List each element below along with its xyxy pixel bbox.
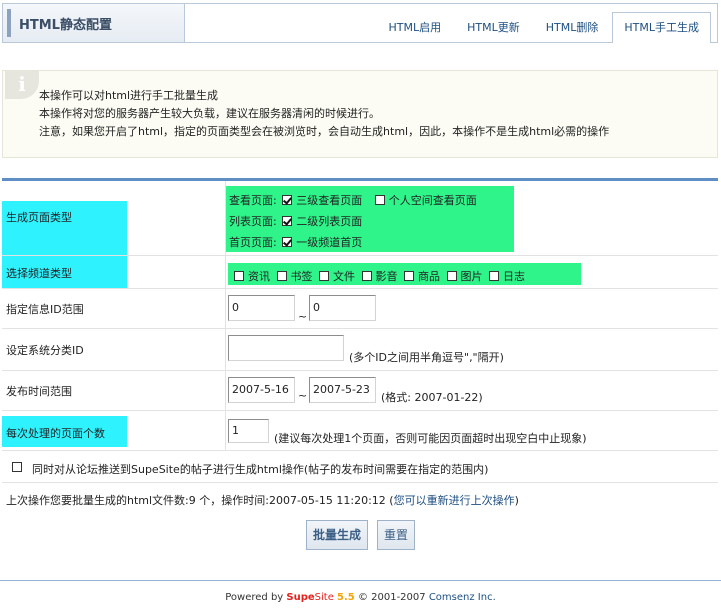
channel-type-label: 选择频道类型 [6, 267, 72, 280]
id-range-label: 指定信息ID范围 [6, 303, 84, 316]
row-time-range: 发布时间范围 2007-5-16 ~ 2007-5-23 (格式: 2007-0… [2, 371, 718, 411]
batch-generate-button[interactable]: 批量生成 [306, 520, 369, 550]
footer-divider [0, 580, 721, 581]
category-id-label: 设定系统分类ID [6, 344, 84, 357]
channel-file-label: 文件 [333, 270, 355, 283]
checkbox-channel-image[interactable] [446, 271, 457, 281]
label-cell: 每次处理的页面个数 [2, 411, 226, 450]
last-operation-close: ) [514, 494, 519, 507]
list-page-label: 列表页面: [229, 215, 277, 228]
tab-html-delete[interactable]: HTML删除 [534, 12, 611, 42]
checkbox-channel-file[interactable] [319, 271, 329, 281]
footer-version: 5.5 [337, 592, 355, 603]
checkbox-channel-news[interactable] [234, 271, 244, 281]
channel-image-label: 图片 [460, 270, 483, 283]
view-personal-label: 个人空间查看页面 [388, 194, 477, 207]
category-id-input[interactable] [228, 335, 344, 361]
category-id-hint: (多个ID之间用半角逗号","隔开) [349, 351, 504, 364]
home-page-group: 首页页面: 一级频道首页 [229, 234, 362, 250]
time-range-label: 发布时间范围 [6, 385, 72, 398]
checkbox-channel-bookmark[interactable] [276, 271, 287, 281]
time-range-to-input[interactable]: 2007-5-23 [309, 377, 376, 403]
title-box: HTML静态配置 [3, 4, 185, 42]
tab-html-enable[interactable]: HTML启用 [377, 12, 454, 42]
row-per-page: 每次处理的页面个数 1 (建议每次处理1个页面，否则可能因页面超时出现空白中止现… [2, 411, 718, 451]
label-cell: 选择频道类型 [2, 256, 226, 288]
info-line: 注意，如果您开启了html，指定的页面类型会在被浏览时，会自动生成html，因此… [39, 125, 610, 138]
checkbox-forum-sync[interactable] [12, 462, 22, 472]
channel-goods-label: 商品 [418, 270, 440, 283]
label-highlight: 选择频道类型 [2, 256, 127, 288]
label-cell: 指定信息ID范围 [2, 289, 226, 328]
list-level2-label: 二级列表页面 [296, 215, 363, 228]
generate-form: 生成页面类型 查看页面: 三级查看页面 个人空间查看页面 列表页面: 二级列表页… [2, 178, 718, 511]
reset-button[interactable]: 重置 [377, 520, 416, 550]
checkbox-channel-video[interactable] [361, 271, 372, 281]
view-page-label: 查看页面: [229, 194, 277, 207]
info-text: 本操作可以对html进行手工批量生成 本操作将对您的服务器产生较大负载，建议在服… [39, 87, 609, 141]
channel-blog-label: 日志 [503, 270, 525, 283]
page-type-label: 生成页面类型 [6, 211, 72, 224]
checkbox-channel-goods[interactable] [404, 271, 414, 281]
channel-options: 资讯 书签 文件 影音 商品 图片 日志 [228, 263, 581, 285]
per-page-hint: (建议每次处理1个页面，否则可能因页面超时出现空白中止现象) [274, 432, 587, 445]
id-range-from-input[interactable]: 0 [228, 295, 295, 321]
row-id-range: 指定信息ID范围 0 ~ 0 [2, 289, 718, 329]
checkbox-list-level2[interactable] [282, 216, 293, 226]
label-cell: 设定系统分类ID [2, 329, 226, 370]
footer-brand-site: Site [314, 592, 334, 603]
info-icon: i [5, 71, 39, 99]
channel-video-label: 影音 [375, 270, 398, 283]
time-range-hint: (格式: 2007-01-22) [381, 391, 483, 404]
row-page-type: 生成页面类型 查看页面: 三级查看页面 个人空间查看页面 列表页面: 二级列表页… [2, 181, 718, 256]
tab-html-update[interactable]: HTML更新 [455, 12, 532, 42]
info-line: 本操作可以对html进行手工批量生成 [39, 89, 219, 102]
view-level3-label: 三级查看页面 [296, 194, 363, 207]
list-page-group: 列表页面: 二级列表页面 [229, 213, 362, 229]
tab-html-manual-generate[interactable]: HTML手工生成 [612, 12, 711, 43]
checkbox-view-level3[interactable] [282, 195, 293, 205]
footer-powered-text: Powered by [225, 592, 287, 603]
page-footer: Powered by SupeSite 5.5 © 2001-2007 Coms… [0, 592, 721, 603]
per-page-input[interactable]: 1 [228, 419, 269, 443]
forum-sync-label: 同时对从论坛推送到SupeSite的帖子进行生成html操作(帖子的发布时间需要… [32, 463, 489, 476]
checkbox-view-personal-space[interactable] [374, 195, 385, 205]
home-page-label: 首页页面: [229, 236, 277, 249]
info-line: 本操作将对您的服务器产生较大负载，建议在服务器清闲的时候进行。 [39, 107, 380, 120]
page-type-options: 查看页面: 三级查看页面 个人空间查看页面 列表页面: 二级列表页面 首页页面:… [226, 186, 514, 252]
id-range-to-input[interactable]: 0 [309, 295, 376, 321]
last-operation-text: 上次操作您要批量生成的html文件数:9 个，操作时间:2007-05-15 1… [6, 494, 394, 507]
time-range-from-input[interactable]: 2007-5-16 [228, 377, 295, 403]
row-channel-type: 选择频道类型 资讯 书签 文件 影音 商品 图片 日志 [2, 256, 718, 289]
checkbox-channel-blog[interactable] [489, 271, 499, 281]
channel-news-label: 资讯 [248, 270, 270, 283]
row-category-id: 设定系统分类ID (多个ID之间用半角逗号","隔开) [2, 329, 718, 371]
label-cell: 生成页面类型 [2, 181, 226, 255]
label-highlight: 每次处理的页面个数 [2, 416, 127, 447]
footer-copyright: © 2001-2007 [354, 592, 429, 603]
channel-option-list: 资讯 书签 文件 影音 商品 图片 日志 [234, 268, 525, 284]
tab-bar: HTML启用 HTML更新 HTML删除 HTML手工生成 [375, 12, 711, 43]
label-cell: 发布时间范围 [2, 371, 226, 410]
last-operation-info: 上次操作您要批量生成的html文件数:9 个，操作时间:2007-05-15 1… [6, 492, 519, 508]
view-page-group: 查看页面: 三级查看页面 个人空间查看页面 [229, 192, 477, 208]
row-forum-sync: 同时对从论坛推送到SupeSite的帖子进行生成html操作(帖子的发布时间需要… [2, 451, 718, 483]
footer-brand-supe: Supe [286, 592, 315, 603]
page-header: HTML静态配置 HTML启用 HTML更新 HTML删除 HTML手工生成 [2, 3, 718, 43]
home-level1-label: 一级频道首页 [296, 236, 363, 249]
label-highlight: 生成页面类型 [2, 201, 127, 255]
info-box: i 本操作可以对html进行手工批量生成 本操作将对您的服务器产生较大负载，建议… [2, 70, 718, 158]
time-range-separator: ~ [298, 389, 308, 402]
channel-bookmark-label: 书签 [290, 270, 313, 283]
checkbox-home-level1[interactable] [282, 237, 293, 247]
id-range-separator: ~ [298, 310, 308, 323]
redo-last-operation-link[interactable]: 您可以重新进行上次操作 [394, 494, 515, 507]
page-title: HTML静态配置 [19, 18, 112, 33]
footer-company-link[interactable]: Comsenz Inc. [429, 592, 496, 603]
per-page-label: 每次处理的页面个数 [6, 427, 105, 440]
row-last-operation: 上次操作您要批量生成的html文件数:9 个，操作时间:2007-05-15 1… [2, 483, 718, 513]
